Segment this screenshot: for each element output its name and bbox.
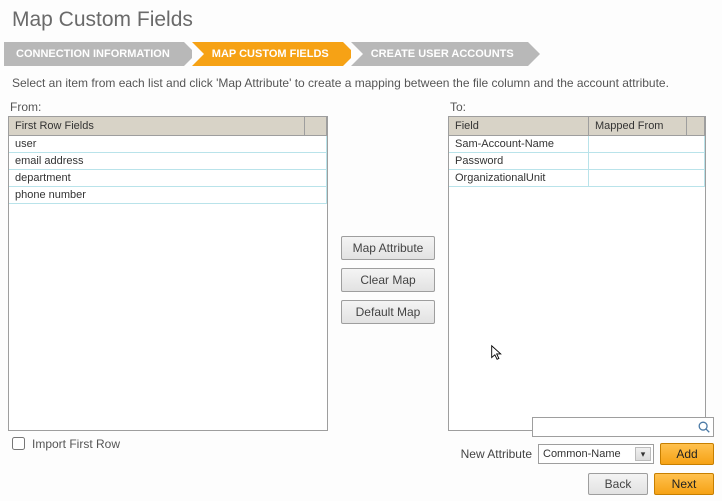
search-input[interactable] [537, 419, 697, 435]
from-cell: email address [9, 153, 327, 169]
new-attribute-selected: Common-Name [543, 448, 621, 460]
map-attribute-button[interactable]: Map Attribute [341, 236, 435, 260]
default-map-button[interactable]: Default Map [341, 300, 435, 324]
add-button[interactable]: Add [660, 443, 714, 465]
search-icon[interactable] [697, 420, 711, 434]
chevron-down-icon[interactable]: ▾ [635, 447, 651, 461]
from-cell: phone number [9, 187, 327, 203]
table-row[interactable]: OrganizationalUnit [449, 170, 705, 187]
clear-map-button[interactable]: Clear Map [341, 268, 435, 292]
page-title: Map Custom Fields [0, 0, 722, 42]
to-cell-mapped [589, 153, 705, 169]
list-item[interactable]: department [9, 170, 327, 187]
back-button[interactable]: Back [588, 473, 648, 495]
table-row[interactable]: Password [449, 153, 705, 170]
to-label: To: [450, 100, 704, 114]
import-first-row-checkbox[interactable] [12, 437, 25, 450]
table-row[interactable]: Sam-Account-Name [449, 136, 705, 153]
wizard-step-create-accounts[interactable]: CREATE USER ACCOUNTS [351, 42, 528, 66]
from-label: From: [10, 100, 326, 114]
instruction-text: Select an item from each list and click … [0, 76, 722, 96]
from-cell: user [9, 136, 327, 152]
to-grid[interactable]: Field Mapped From Sam-Account-Name Passw… [448, 116, 706, 431]
wizard-step-connection[interactable]: CONNECTION INFORMATION [4, 42, 184, 66]
import-first-row[interactable]: Import First Row [8, 434, 120, 453]
to-header-field[interactable]: Field [449, 117, 589, 135]
new-attribute-label: New Attribute [461, 447, 532, 461]
from-grid[interactable]: First Row Fields user email address depa… [8, 116, 328, 431]
search-box[interactable] [532, 417, 714, 437]
list-item[interactable]: user [9, 136, 327, 153]
to-cell-mapped [589, 136, 705, 152]
wizard-step-label: MAP CUSTOM FIELDS [212, 48, 329, 60]
wizard-step-label: CONNECTION INFORMATION [16, 48, 170, 60]
from-header-first-row-fields[interactable]: First Row Fields [9, 117, 305, 135]
from-header-spacer [305, 117, 327, 135]
import-first-row-label: Import First Row [32, 437, 120, 451]
to-cell-field: Sam-Account-Name [449, 136, 589, 152]
wizard-steps: CONNECTION INFORMATION MAP CUSTOM FIELDS… [4, 42, 718, 66]
wizard-step-map-fields[interactable]: MAP CUSTOM FIELDS [192, 42, 343, 66]
to-header-mapped-from[interactable]: Mapped From [589, 117, 687, 135]
list-item[interactable]: email address [9, 153, 327, 170]
next-button[interactable]: Next [654, 473, 714, 495]
to-cell-field: OrganizationalUnit [449, 170, 589, 186]
from-cell: department [9, 170, 327, 186]
wizard-step-label: CREATE USER ACCOUNTS [371, 48, 514, 60]
to-cell-field: Password [449, 153, 589, 169]
list-item[interactable]: phone number [9, 187, 327, 204]
to-header-spacer [687, 117, 705, 135]
new-attribute-combo[interactable]: Common-Name ▾ [538, 444, 654, 464]
to-cell-mapped [589, 170, 705, 186]
from-grid-body[interactable]: user email address department phone numb… [9, 136, 327, 430]
to-grid-body[interactable]: Sam-Account-Name Password Organizational… [449, 136, 705, 430]
